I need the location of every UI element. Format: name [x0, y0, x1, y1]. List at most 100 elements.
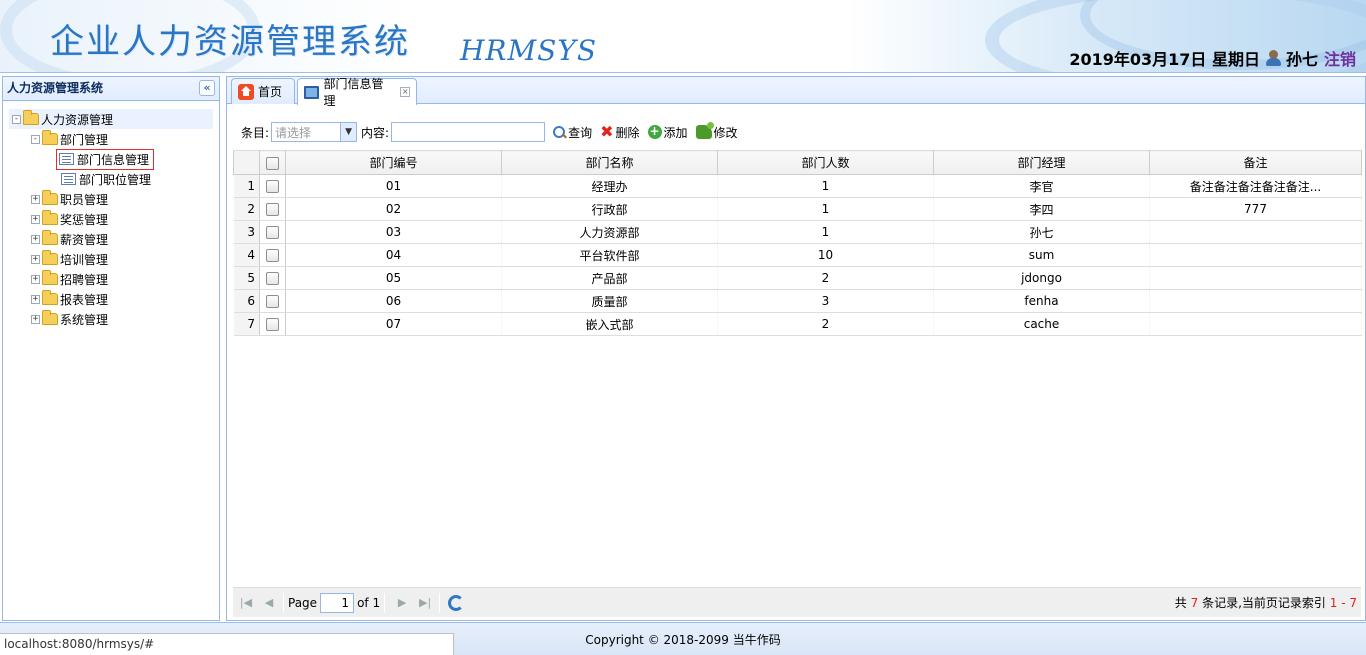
row-checkbox[interactable]	[266, 203, 279, 216]
row-checkbox[interactable]	[266, 272, 279, 285]
tree-node-employee[interactable]: + 职员管理	[3, 189, 219, 209]
column-header-dept-manager[interactable]: 部门经理	[933, 150, 1150, 175]
table-row[interactable]: 3 03 人力资源部 1 孙七	[233, 220, 1362, 244]
row-number: 7	[233, 312, 260, 336]
expand-icon[interactable]: +	[31, 214, 40, 224]
cell-dept-count: 10	[717, 243, 934, 267]
table-row[interactable]: 1 01 经理办 1 李官 备注备注备注备注备注...	[233, 174, 1362, 198]
row-checkbox-cell	[259, 266, 286, 290]
cell-dept-id: 02	[285, 197, 502, 221]
column-header-dept-id[interactable]: 部门编号	[285, 150, 502, 175]
tree-node-dept[interactable]: - 部门管理	[3, 129, 219, 149]
cell-dept-name: 产品部	[501, 266, 718, 290]
tree-node-label: 部门管理	[60, 132, 109, 147]
username: 孙七	[1285, 50, 1318, 69]
refresh-icon[interactable]	[448, 594, 465, 611]
row-checkbox[interactable]	[266, 249, 279, 262]
row-checkbox[interactable]	[266, 295, 279, 308]
page-number-input[interactable]: 1	[320, 592, 355, 613]
folder-icon	[42, 210, 58, 225]
pager-info-mid: 条记录,当前页记录索引	[1202, 596, 1326, 610]
tab-home[interactable]: 首页	[231, 78, 295, 104]
tree-node-report[interactable]: + 报表管理	[3, 289, 219, 309]
row-number: 5	[233, 266, 260, 290]
select-all-cell	[259, 150, 286, 175]
user-icon	[1265, 50, 1281, 66]
row-number: 3	[233, 220, 260, 244]
row-checkbox[interactable]	[266, 180, 279, 193]
column-header-dept-count[interactable]: 部门人数	[717, 150, 934, 175]
delete-x-icon: ✖	[600, 122, 614, 141]
folder-icon	[42, 270, 58, 285]
tree-node-recruit[interactable]: + 招聘管理	[3, 269, 219, 289]
select-all-checkbox[interactable]	[266, 156, 279, 170]
table-header-row: 部门编号 部门名称 部门人数 部门经理 备注	[233, 150, 1362, 175]
app-logo-text: HRMSYS	[460, 34, 598, 67]
chevron-down-icon[interactable]: ▼	[340, 123, 357, 141]
last-page-icon[interactable]: ▶|	[415, 593, 435, 613]
folder-icon	[42, 250, 58, 265]
collapse-icon[interactable]: -	[12, 114, 21, 124]
tree-node-label: 人力资源管理	[41, 112, 114, 127]
add-button[interactable]: + 添加	[647, 124, 688, 141]
table-row[interactable]: 5 05 产品部 2 jdongo	[233, 266, 1362, 290]
row-number: 4	[233, 243, 260, 267]
tab-dept-info[interactable]: 部门信息管理 ×	[297, 77, 417, 108]
table-row[interactable]: 4 04 平台软件部 10 sum	[233, 243, 1362, 267]
page-of-label: of 1	[357, 595, 381, 610]
tree-node-reward[interactable]: + 奖惩管理	[3, 209, 219, 229]
separator	[283, 592, 284, 613]
next-page-icon[interactable]: ▶	[392, 593, 412, 613]
cell-dept-manager: 孙七	[933, 220, 1150, 244]
tree-node-label: 部门职位管理	[79, 172, 152, 187]
search-button[interactable]: 查询	[553, 124, 592, 141]
cell-note	[1149, 312, 1362, 336]
column-header-note[interactable]: 备注	[1149, 150, 1362, 175]
expand-icon[interactable]: +	[31, 294, 40, 304]
table-row[interactable]: 7 07 嵌入式部 2 cache	[233, 312, 1362, 336]
content-input[interactable]	[391, 122, 546, 142]
cell-dept-id: 07	[285, 312, 502, 336]
collapse-icon[interactable]: -	[31, 134, 40, 144]
expand-icon[interactable]: +	[31, 274, 40, 284]
cell-dept-id: 06	[285, 289, 502, 313]
cell-dept-name: 经理办	[501, 174, 718, 198]
logout-link[interactable]: 注销	[1324, 46, 1356, 70]
tree-node-dept-position[interactable]: 部门职位管理	[3, 169, 219, 189]
tree-node-system[interactable]: + 系统管理	[3, 309, 219, 329]
add-button-label: 添加	[663, 125, 688, 140]
expand-icon[interactable]: +	[31, 314, 40, 324]
separator	[384, 592, 386, 613]
prev-page-icon[interactable]: ◀	[259, 593, 279, 613]
header-user-area: 2019年03月17日 星期日 孙七 注销	[1069, 46, 1356, 70]
expand-icon[interactable]: +	[31, 254, 40, 264]
row-checkbox[interactable]	[266, 226, 279, 239]
cell-dept-count: 1	[717, 174, 934, 198]
row-checkbox[interactable]	[266, 318, 279, 331]
delete-button[interactable]: ✖ 删除	[600, 124, 639, 141]
folder-icon	[42, 230, 58, 245]
tree-node-label: 报表管理	[60, 292, 109, 307]
tree-node-training[interactable]: + 培训管理	[3, 249, 219, 269]
expand-icon[interactable]: +	[31, 234, 40, 244]
cell-dept-name: 人力资源部	[501, 220, 718, 244]
cell-note: 备注备注备注备注备注...	[1149, 174, 1362, 198]
expand-icon[interactable]: +	[31, 194, 40, 204]
close-icon[interactable]: ×	[400, 87, 410, 97]
table-row[interactable]: 2 02 行政部 1 李四 777	[233, 197, 1362, 221]
table-row[interactable]: 6 06 质量部 3 fenha	[233, 289, 1362, 313]
double-chevron-left-icon[interactable]: «	[199, 80, 215, 96]
first-page-icon[interactable]: |◀	[236, 593, 256, 613]
sidebar-panel: 人力资源管理系统 « - 人力资源管理 - 部门管理 部门信息管理 部门职位管理…	[2, 76, 220, 621]
edit-button[interactable]: 修改	[695, 122, 738, 141]
field-select[interactable]: 请选择 ▼	[271, 122, 358, 142]
tree-node-root[interactable]: - 人力资源管理	[9, 109, 213, 129]
dept-table: 部门编号 部门名称 部门人数 部门经理 备注 1 01 经理办 1 李官 备注备注备注备注…	[233, 150, 1362, 336]
cell-dept-manager: sum	[933, 243, 1150, 267]
tree-node-salary[interactable]: + 薪资管理	[3, 229, 219, 249]
tree-node-dept-info[interactable]: 部门信息管理	[3, 148, 219, 170]
select-placeholder: 请选择	[275, 125, 312, 140]
column-header-dept-name[interactable]: 部门名称	[501, 150, 718, 175]
tree-node-label: 职员管理	[60, 192, 109, 207]
sidebar-title-text: 人力资源管理系统	[7, 81, 104, 95]
